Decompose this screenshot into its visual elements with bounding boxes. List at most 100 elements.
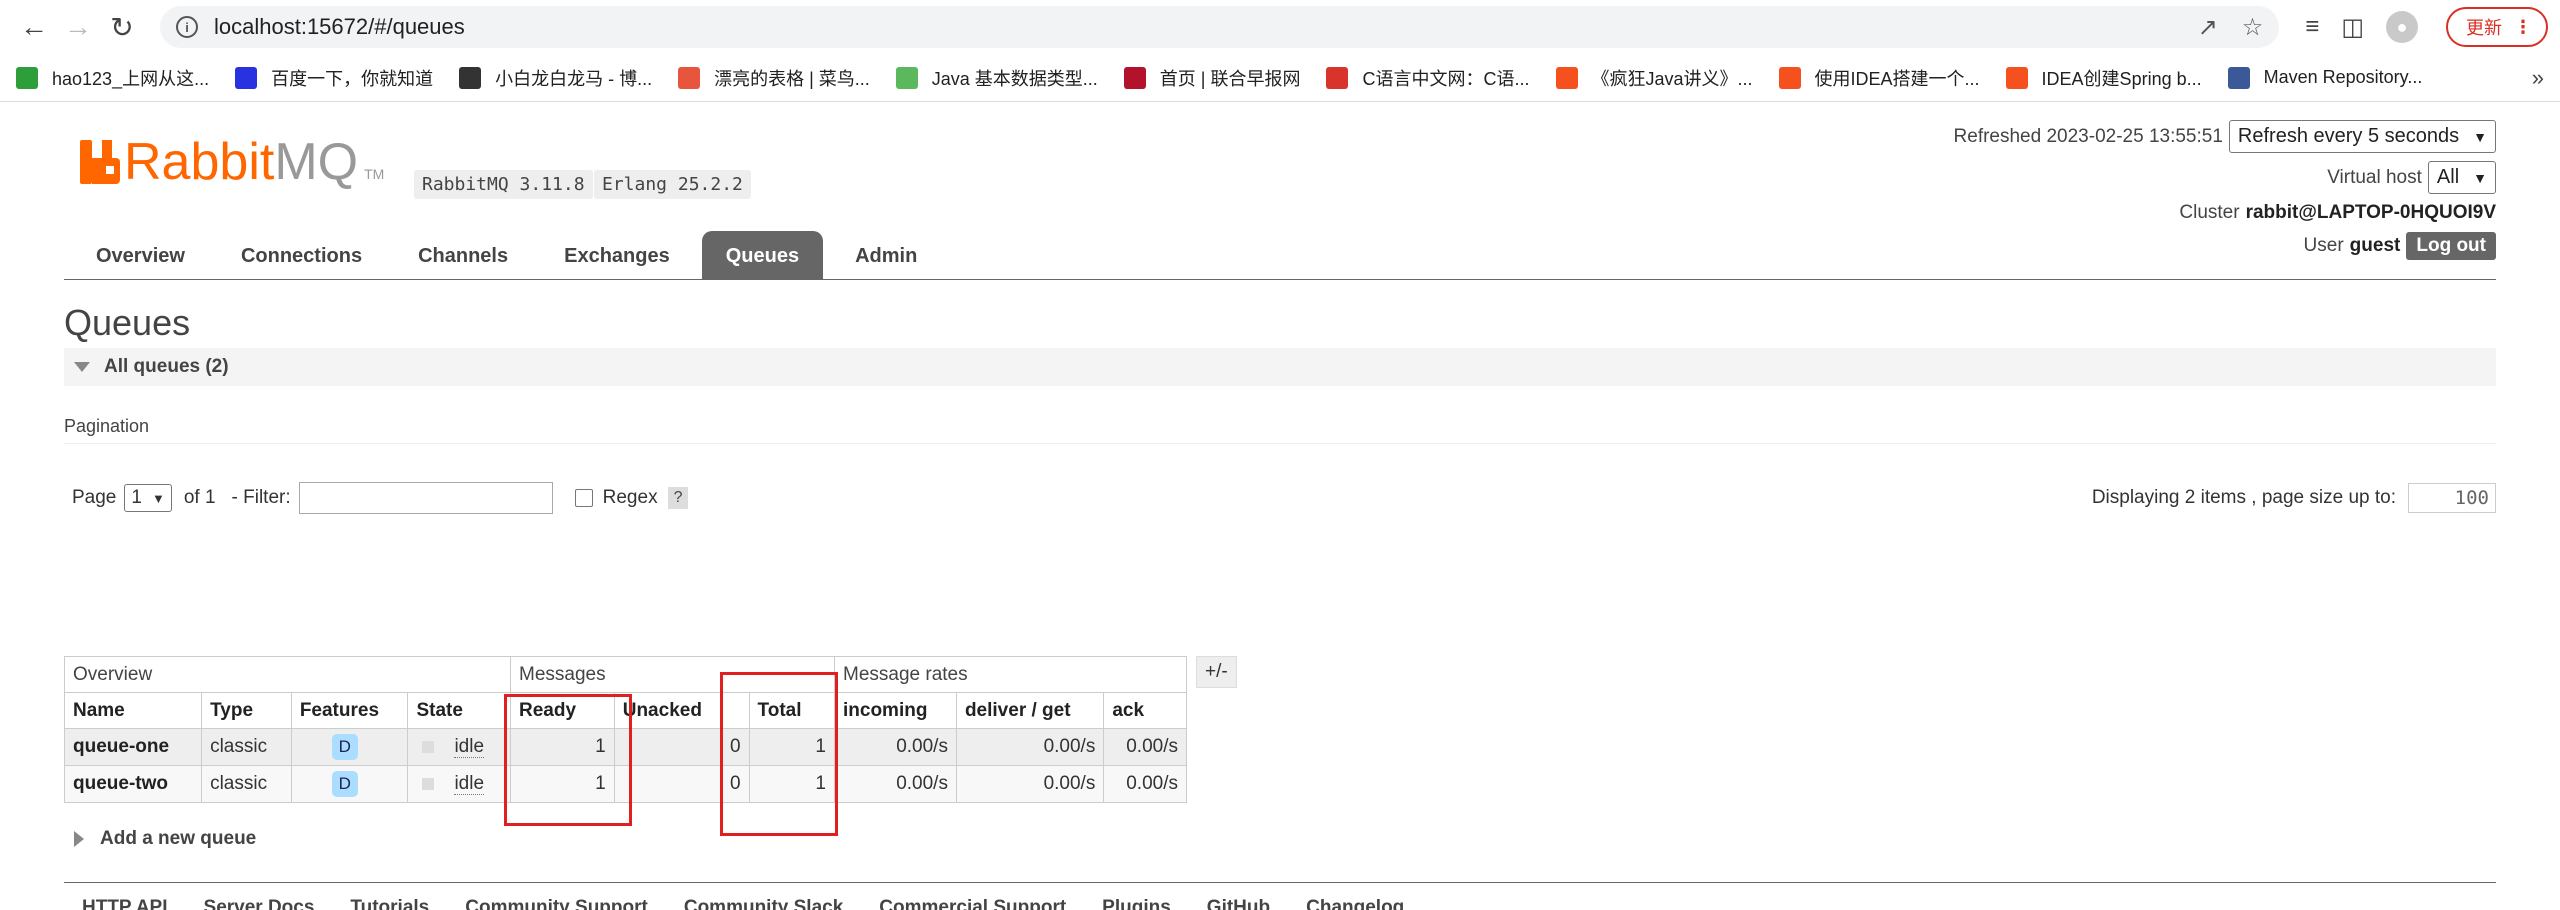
column-header-state[interactable]: State	[407, 692, 511, 729]
bookmark-item[interactable]: 百度一下，你就知道	[235, 65, 433, 91]
add-queue-label: Add a new queue	[100, 828, 257, 849]
bookmark-item[interactable]: 漂亮的表格 | 菜鸟...	[678, 65, 870, 91]
bookmark-item[interactable]: C语言中文网：C语...	[1326, 65, 1530, 91]
address-bar[interactable]: i localhost:15672/#/queues ↗ ☆	[160, 6, 2280, 48]
pagination-controls: Page 1 ▼ of 1 - Filter: Regex ? Displayi…	[64, 470, 2496, 526]
group-header-message-rates: Message rates	[834, 656, 1187, 693]
share-icon[interactable]: ↗	[2198, 13, 2218, 42]
bookmark-label: 首页 | 联合早报网	[1159, 68, 1301, 89]
bookmark-label: Maven Repository...	[2263, 67, 2423, 87]
zaobao-icon	[1123, 66, 1146, 89]
regex-checkbox[interactable]	[574, 489, 593, 507]
footer-link-commercial-support[interactable]: Commercial Support	[879, 897, 1066, 910]
bookmarks-bar: hao123_上网从这... 百度一下，你就知道 小白龙白龙马 - 博... 漂亮的表…	[0, 54, 2560, 102]
bookmark-label: 漂亮的表格 | 菜鸟...	[714, 68, 870, 89]
footer-link-community-support[interactable]: Community Support	[465, 897, 648, 910]
forward-arrow-icon[interactable]: →	[56, 5, 100, 49]
bookmark-label: 使用IDEA搭建一个...	[1814, 68, 1980, 89]
column-header-ack[interactable]: ack	[1103, 692, 1187, 729]
column-header-incoming[interactable]: incoming	[834, 692, 957, 729]
filter-input[interactable]	[298, 482, 553, 514]
page-size-controls: Displaying 2 items , page size up to: 10…	[2092, 470, 2496, 526]
tab-exchanges[interactable]: Exchanges	[540, 231, 694, 280]
tab-admin[interactable]: Admin	[831, 231, 941, 280]
logo-trademark: TM	[364, 166, 385, 182]
footer-link-http-api[interactable]: HTTP API	[82, 897, 168, 910]
column-header-type[interactable]: Type	[201, 692, 292, 729]
refreshed-timestamp: Refreshed 2023-02-25 13:55:51	[1953, 125, 2223, 147]
tab-channels[interactable]: Channels	[394, 231, 532, 280]
bookmark-item[interactable]: hao123_上网从这...	[16, 65, 209, 91]
bookmark-item[interactable]: 小白龙白龙马 - 博...	[459, 65, 652, 91]
bookmark-item[interactable]: 使用IDEA搭建一个...	[1778, 65, 1980, 91]
footer-link-plugins[interactable]: Plugins	[1102, 897, 1171, 910]
queue-name-link[interactable]: queue-two	[63, 765, 203, 803]
refresh-interval-select[interactable]: Refresh every 5 seconds ▼	[2228, 120, 2496, 153]
column-header-deliver-get[interactable]: deliver / get	[955, 692, 1105, 729]
refresh-interval-value: Refresh every 5 seconds	[2237, 125, 2460, 147]
bookmarks-overflow-icon[interactable]: »	[2532, 65, 2544, 91]
footer-link-changelog[interactable]: Changelog	[1306, 897, 1404, 910]
bookmark-item[interactable]: Maven Repository...	[2227, 66, 2423, 89]
tab-queues[interactable]: Queues	[701, 231, 824, 280]
page-footer: HTTP API Server Docs Tutorials Community Su…	[64, 882, 2496, 910]
side-panel-icon[interactable]: ◫	[2341, 13, 2364, 42]
kebab-menu-icon: ⋮	[2514, 16, 2532, 37]
features-cell: D	[290, 765, 409, 803]
page-label: Page	[72, 487, 117, 508]
chevron-down-icon: ▼	[2473, 128, 2487, 145]
update-label: 更新	[2466, 18, 2502, 38]
logout-button[interactable]: Log out	[2406, 232, 2496, 260]
page-select-value: 1	[131, 487, 142, 508]
bookmark-item[interactable]: 《疯狂Java讲义》...	[1555, 65, 1753, 91]
column-header-features[interactable]: Features	[290, 692, 409, 729]
all-queues-section-toggle[interactable]: All queues (2)	[64, 348, 2496, 386]
state-cell: idle	[407, 765, 511, 803]
durable-badge: D	[331, 734, 358, 760]
page-select[interactable]: 1 ▼	[124, 484, 172, 512]
footer-link-server-docs[interactable]: Server Docs	[204, 897, 315, 910]
runoob-icon	[678, 66, 701, 89]
regex-label: Regex	[602, 487, 658, 508]
queue-name-link[interactable]: queue-one	[63, 728, 203, 766]
state-indicator-icon	[422, 777, 435, 790]
displaying-label: Displaying 2 items , page size up to:	[2091, 487, 2396, 508]
reload-icon[interactable]: ↻	[100, 5, 144, 49]
bookmark-item[interactable]: 首页 | 联合早报网	[1123, 65, 1301, 91]
tab-overview[interactable]: Overview	[72, 231, 209, 280]
column-header-name[interactable]: Name	[63, 692, 203, 729]
runoob-green-icon	[895, 66, 918, 89]
bookmark-label: 百度一下，你就知道	[271, 68, 434, 89]
deliver-get-cell: 0.00/s	[955, 728, 1105, 766]
bookmark-label: C语言中文网：C语...	[1362, 68, 1530, 89]
toggle-columns-button[interactable]: +/-	[1196, 656, 1237, 688]
pagination-heading: Pagination	[64, 416, 2496, 444]
footer-link-github[interactable]: GitHub	[1207, 897, 1270, 910]
page-size-input[interactable]: 100	[2408, 483, 2496, 513]
filter-label: - Filter:	[231, 487, 291, 508]
site-info-icon[interactable]: i	[176, 16, 198, 38]
virtual-host-select[interactable]: All ▼	[2427, 161, 2496, 194]
rabbitmq-logo-icon	[80, 140, 120, 184]
c-site-icon	[1326, 66, 1349, 89]
blog-icon	[459, 66, 482, 89]
reading-list-icon[interactable]: ≡	[2305, 13, 2319, 41]
regex-help-button[interactable]: ?	[667, 487, 689, 509]
rabbitmq-logo[interactable]: RabbitMQ TM	[80, 136, 385, 188]
add-queue-section-toggle[interactable]: Add a new queue	[74, 828, 256, 850]
profile-avatar-icon[interactable]: ●	[2386, 11, 2418, 43]
bookmark-star-icon[interactable]: ☆	[2242, 13, 2264, 42]
state-cell: idle	[407, 728, 511, 766]
footer-link-community-slack[interactable]: Community Slack	[684, 897, 843, 910]
bookmark-item[interactable]: Java 基本数据类型...	[895, 65, 1098, 91]
collapse-triangle-icon	[74, 362, 90, 372]
url-text[interactable]: localhost:15672/#/queues	[214, 14, 465, 40]
update-button[interactable]: 更新 ⋮	[2446, 7, 2548, 47]
bookmark-label: hao123_上网从这...	[52, 68, 210, 89]
bookmark-item[interactable]: IDEA创建Spring b...	[2005, 65, 2202, 91]
tab-connections[interactable]: Connections	[217, 231, 386, 280]
state-text: idle	[454, 773, 485, 795]
back-arrow-icon[interactable]: ←	[12, 5, 56, 49]
footer-link-tutorials[interactable]: Tutorials	[350, 897, 429, 910]
rabbitmq-version-badge: RabbitMQ 3.11.8	[414, 170, 593, 199]
